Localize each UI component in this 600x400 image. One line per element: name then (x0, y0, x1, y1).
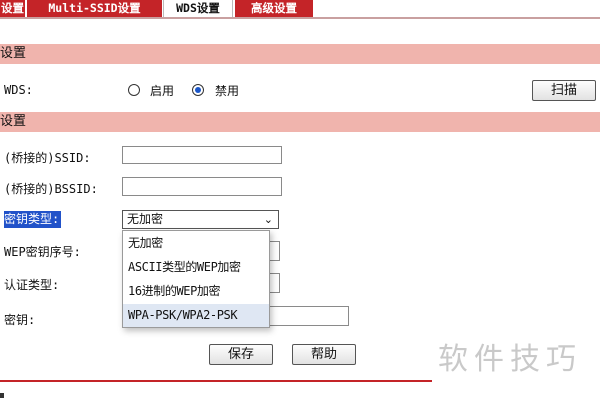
dropdown-option-none[interactable]: 无加密 (123, 232, 269, 255)
section-title-2: 设置 (0, 114, 27, 129)
wds-disable-radio[interactable] (192, 84, 204, 96)
tab-wds[interactable]: WDS设置 (163, 0, 233, 17)
tab-advanced[interactable]: 高级设置 (235, 0, 313, 17)
footer-divider (0, 380, 432, 382)
save-button[interactable]: 保存 (209, 344, 273, 365)
ssid-label: (桥接的)SSID: (4, 151, 91, 165)
key-type-select[interactable]: 无加密 ⌄ (122, 210, 279, 229)
tab-multi-ssid[interactable]: Multi-SSID设置 (27, 0, 162, 17)
help-button[interactable]: 帮助 (292, 344, 356, 365)
wep-index-label: WEP密钥序号: (4, 245, 81, 259)
watermark-text: 软件技巧 (438, 342, 582, 377)
ssid-input[interactable] (122, 146, 282, 164)
key-type-dropdown: 无加密 ASCII类型的WEP加密 16进制的WEP加密 WPA-PSK/WPA… (122, 230, 270, 328)
key-label: 密钥: (4, 313, 36, 327)
key-input[interactable] (268, 306, 349, 326)
dropdown-option-wpa[interactable]: WPA-PSK/WPA2-PSK (123, 304, 269, 327)
scan-button[interactable]: 扫描 (532, 80, 596, 101)
section-header-bridge: 设置 (0, 112, 600, 132)
auth-type-label: 认证类型: (4, 278, 60, 292)
tab-bar: 设置 Multi-SSID设置 WDS设置 高级设置 (0, 0, 600, 17)
key-type-value: 无加密 (127, 212, 164, 226)
bssid-input[interactable] (122, 177, 282, 196)
chevron-down-icon: ⌄ (263, 213, 273, 226)
wds-label: WDS: (4, 83, 33, 97)
wds-disable-label[interactable]: 禁用 (215, 82, 239, 99)
dropdown-option-ascii-wep[interactable]: ASCII类型的WEP加密 (123, 256, 269, 279)
dropdown-option-hex-wep[interactable]: 16进制的WEP加密 (123, 280, 269, 303)
section-title: 设置 (0, 46, 27, 61)
section-header-basic: 设置 (0, 44, 600, 64)
wds-enable-label[interactable]: 启用 (150, 82, 174, 99)
corner-mark (0, 393, 4, 398)
key-type-label: 密钥类型: (4, 211, 62, 228)
bssid-label: (桥接的)BSSID: (4, 182, 98, 196)
tab-settings[interactable]: 设置 (0, 0, 25, 17)
tab-underline (0, 17, 600, 19)
wds-enable-radio[interactable] (128, 84, 140, 96)
